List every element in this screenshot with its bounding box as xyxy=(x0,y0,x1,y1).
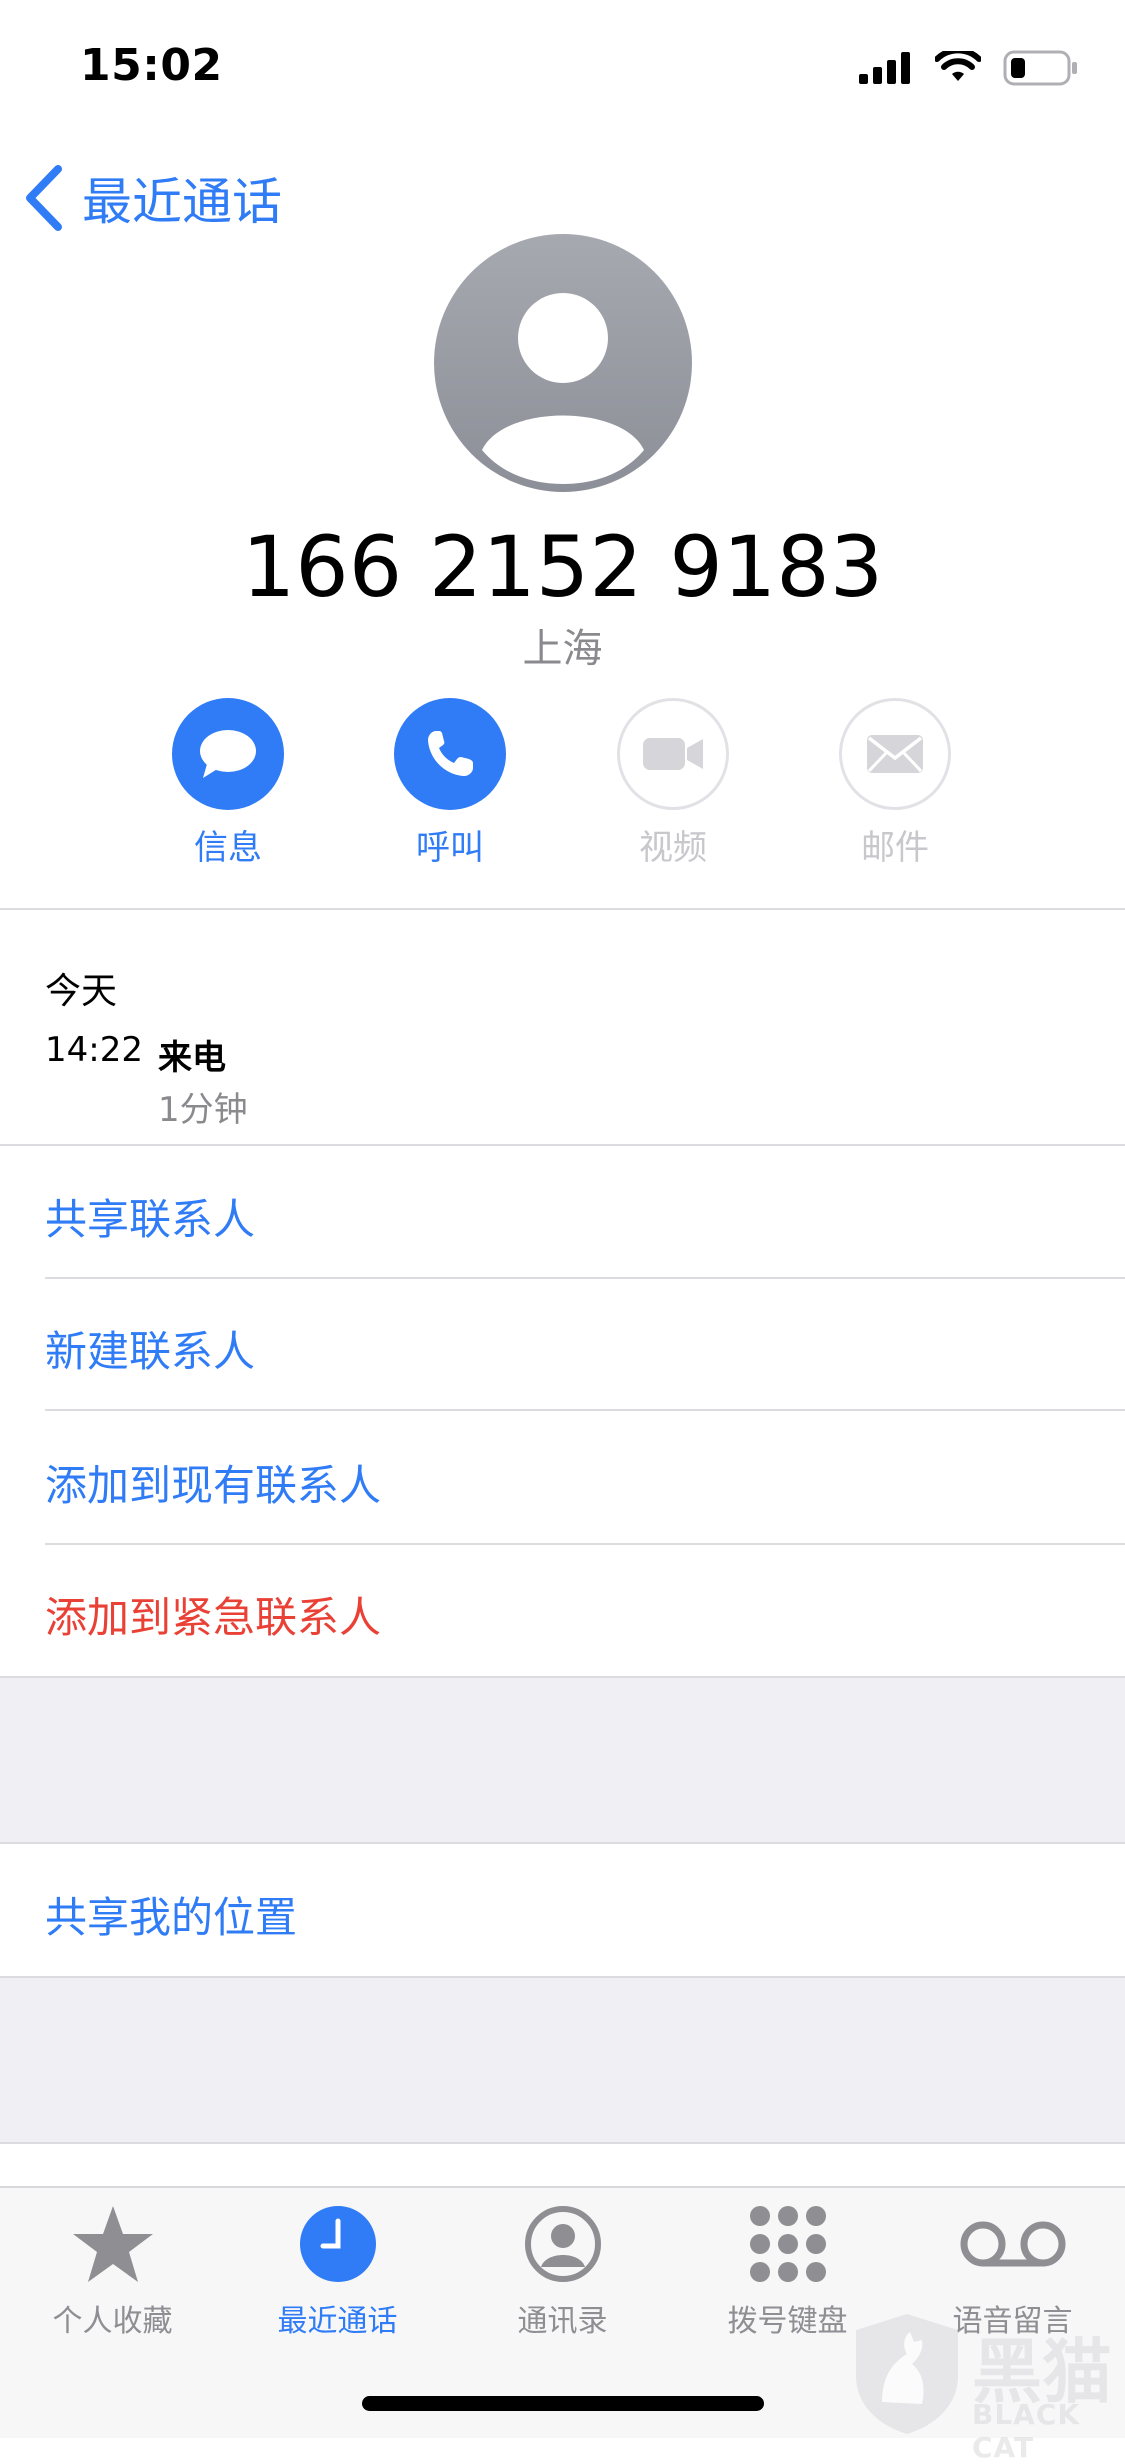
history-call-type: 来电 xyxy=(158,1038,226,1078)
mail-icon xyxy=(867,735,923,773)
section-spacer xyxy=(0,1676,1125,1842)
phone-number: 166 2152 9183 xyxy=(241,518,884,616)
divider xyxy=(0,1676,1125,1678)
mail-label: 邮件 xyxy=(861,828,929,868)
home-indicator xyxy=(362,2396,764,2411)
voicemail-icon xyxy=(960,2221,1065,2267)
watermark: 黑猫 BLACK CAT xyxy=(852,2312,1122,2464)
watermark-text-en: BLACK CAT xyxy=(972,2398,1081,2464)
divider xyxy=(45,1543,1125,1545)
share-contact-option[interactable]: 共享联系人 xyxy=(45,1186,255,1247)
avatar xyxy=(434,234,692,492)
create-contact-option[interactable]: 新建联系人 xyxy=(45,1318,255,1379)
contacts-icon xyxy=(524,2206,601,2282)
history-time: 14:22 xyxy=(45,1030,143,1070)
history-duration: 1分钟 xyxy=(158,1090,248,1130)
message-label: 信息 xyxy=(194,828,262,868)
star-icon xyxy=(72,2206,153,2282)
tab-label: 最近通话 xyxy=(277,2304,398,2339)
status-time: 15:02 xyxy=(80,40,223,91)
call-button[interactable]: 呼叫 xyxy=(370,698,530,869)
keypad-icon xyxy=(749,2206,826,2282)
signal-icon xyxy=(859,52,910,84)
add-to-emergency-contacts-option[interactable]: 添加到紧急联系人 xyxy=(45,1584,381,1645)
video-icon xyxy=(643,738,703,770)
back-button[interactable]: 最近通话 xyxy=(24,162,282,234)
mail-button[interactable]: 邮件 xyxy=(815,698,975,869)
back-label: 最近通话 xyxy=(82,173,282,231)
video-button[interactable]: 视频 xyxy=(593,698,753,869)
phone-location: 上海 xyxy=(522,626,603,672)
divider xyxy=(0,1976,1125,1978)
section-spacer xyxy=(0,1976,1125,2142)
tab-favorites[interactable]: 个人收藏 xyxy=(0,2202,225,2340)
message-button-circle[interactable] xyxy=(172,698,284,810)
video-label: 视频 xyxy=(639,828,707,868)
call-button-circle[interactable] xyxy=(394,698,506,810)
history-day: 今天 xyxy=(45,971,118,1012)
call-label: 呼叫 xyxy=(416,828,484,868)
phone-icon xyxy=(428,731,473,776)
mail-button-circle[interactable] xyxy=(839,698,951,810)
divider xyxy=(45,1409,1125,1411)
chevron-left-icon xyxy=(26,165,62,231)
tab-label: 个人收藏 xyxy=(52,2304,173,2339)
share-my-location-option[interactable]: 共享我的位置 xyxy=(45,1884,297,1945)
wifi-icon xyxy=(935,51,981,81)
status-icons xyxy=(859,48,1079,88)
divider xyxy=(0,2142,1125,2144)
add-to-existing-contact-option[interactable]: 添加到现有联系人 xyxy=(45,1452,381,1513)
person-silhouette-icon xyxy=(482,293,644,484)
message-button[interactable]: 信息 xyxy=(148,698,308,869)
cat-shield-logo-icon xyxy=(856,2314,958,2434)
tab-label: 通讯录 xyxy=(517,2304,608,2339)
clock-icon xyxy=(299,2206,376,2282)
message-icon xyxy=(200,730,256,778)
battery-icon xyxy=(1003,50,1077,86)
divider xyxy=(0,1144,1125,1146)
divider xyxy=(0,1842,1125,1844)
divider xyxy=(0,908,1125,910)
video-button-circle[interactable] xyxy=(617,698,729,810)
tab-recents[interactable]: 最近通话 xyxy=(225,2202,450,2340)
divider xyxy=(45,1277,1125,1279)
tab-contacts[interactable]: 通讯录 xyxy=(450,2202,675,2340)
action-buttons: 信息 呼叫 视频 邮件 xyxy=(0,698,1125,868)
